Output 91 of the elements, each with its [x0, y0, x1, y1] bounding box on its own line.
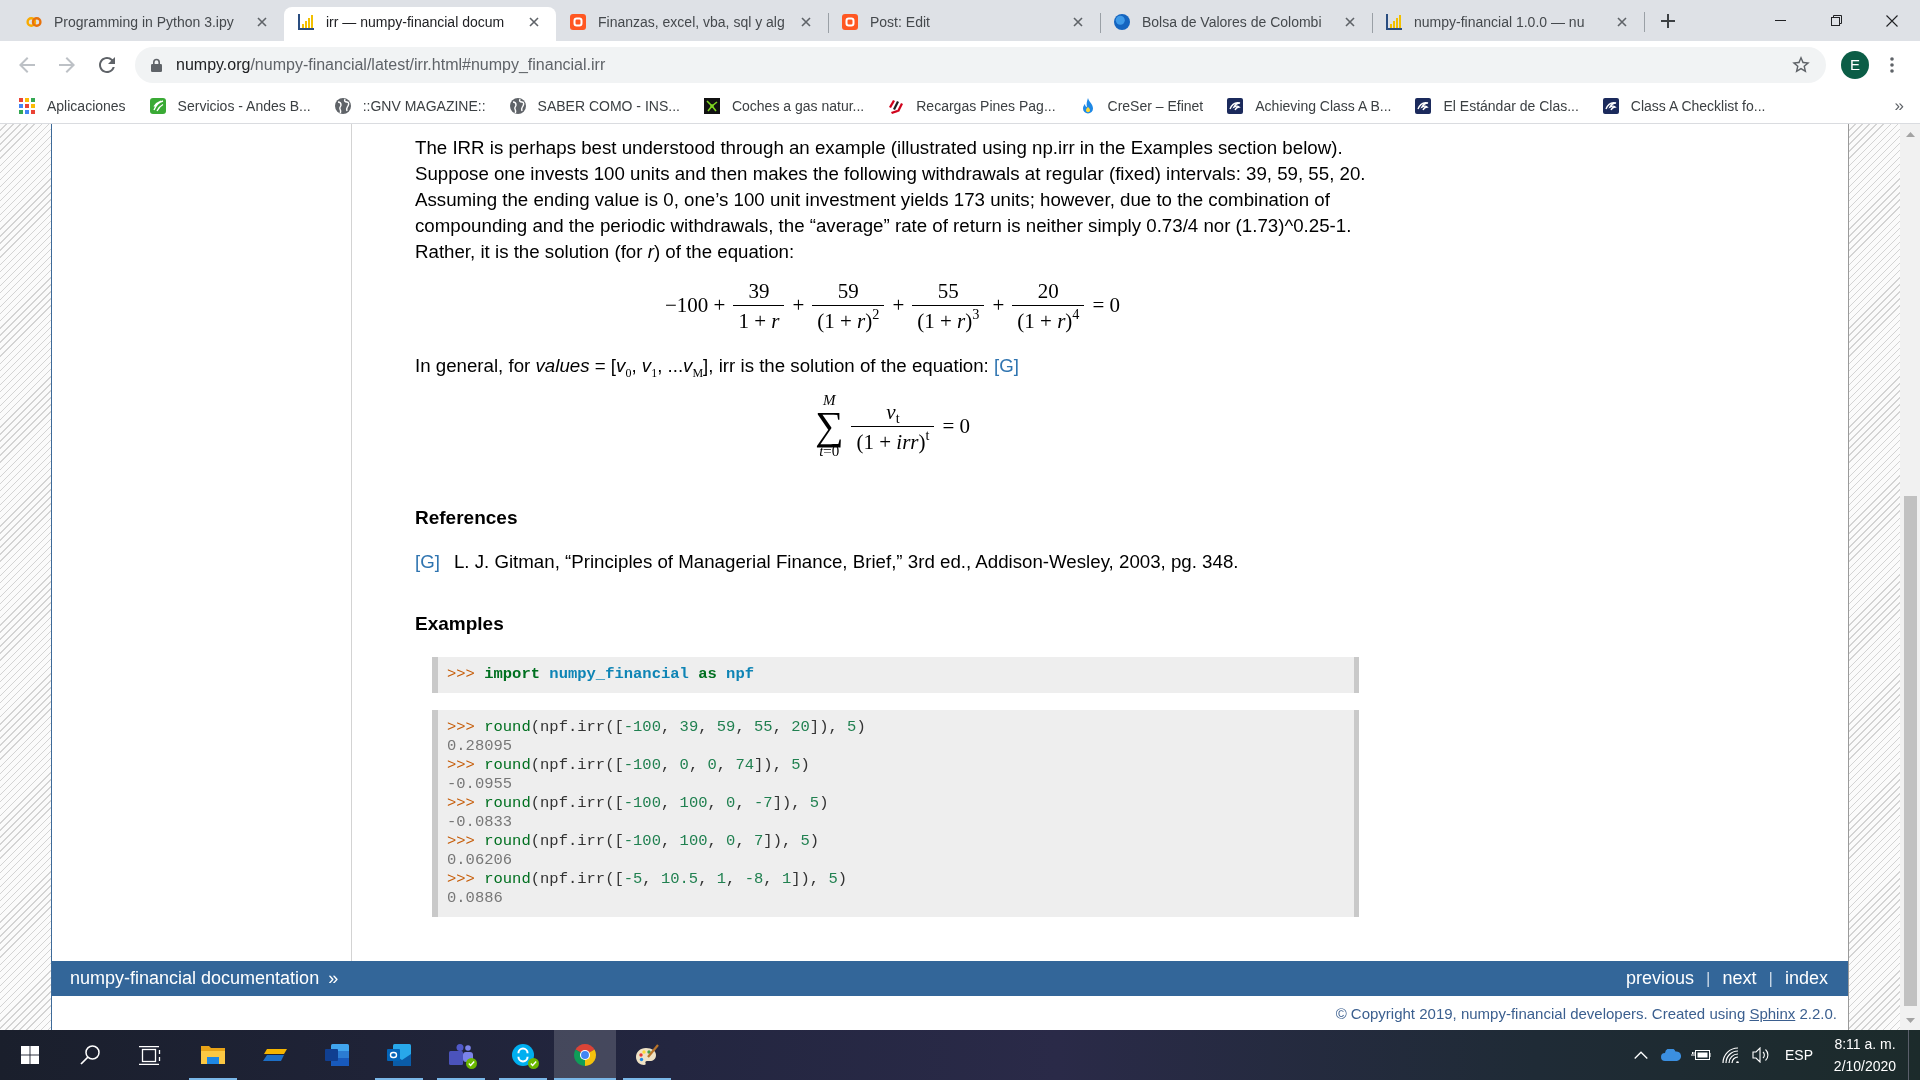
breadcrumb-separator: » [328, 968, 339, 989]
bookmark-item[interactable]: Class A Checklist fo... [1594, 91, 1774, 120]
profile-avatar[interactable]: E [1841, 50, 1869, 79]
code-line: -0.0955 [447, 775, 514, 794]
close-icon[interactable] [529, 17, 539, 27]
code-line: >>> import numpy_financial as npf [447, 665, 755, 684]
rings-icon [26, 14, 42, 30]
nav-link[interactable]: next [1722, 968, 1757, 989]
browser-tab[interactable]: Finanzas, excel, vba, sql y alg [556, 7, 828, 41]
globe-icon [334, 97, 351, 114]
general-paragraph: In general, for values = [v$_{0}$, v$_{1}$, ...v$_{M}$], irr is the solution of the equation: [G] [415, 354, 1020, 379]
documentation-link[interactable]: numpy-financial documentation [70, 968, 320, 989]
swirl-logo-icon [1227, 97, 1244, 114]
search-icon[interactable] [80, 1045, 100, 1065]
ring-tile-icon [387, 1044, 411, 1066]
bookmark-item[interactable]: Servicios - Andes B... [141, 91, 319, 120]
reference-text: L. J. Gitman, “Principles of Managerial Finance, Brief,” 3rd ed., Addison-Wesley, 2003, pg. 348. [453, 550, 1239, 574]
code-line: >>> round(npf.irr([-100, 0, 0, 74]), 5) [447, 756, 811, 775]
reload-icon[interactable] [99, 56, 115, 73]
browser-tab[interactable]: numpy-financial 1.0.0 — nu [1372, 7, 1644, 41]
code-line: 0.06206 [447, 851, 514, 870]
scrollbar-thumb[interactable] [1903, 496, 1917, 1006]
restore-icon[interactable] [1830, 15, 1842, 26]
swirl-logo-icon [1415, 97, 1432, 114]
minimize-icon[interactable] [1774, 20, 1786, 21]
address-bar[interactable]: numpy.org/numpy-financial/latest/irr.html#numpy_financial.irr [135, 46, 1826, 83]
nav-separator: | [1768, 968, 1773, 989]
browser-tab[interactable]: Post: Edit [828, 7, 1100, 41]
section-heading: References [415, 506, 519, 530]
taskbar-button[interactable] [554, 1030, 616, 1080]
sphere-icon [1114, 14, 1130, 30]
cloud-icon[interactable] [1661, 1049, 1681, 1061]
section-heading: Examples [415, 612, 505, 636]
clock-time[interactable]: 8:11 a. m. [1834, 1033, 1896, 1055]
browser-tab[interactable]: irr — numpy-financial docum [284, 7, 556, 41]
code-line: >>> round(npf.irr([-100, 100, 0, 7]), 5) [447, 832, 821, 851]
bar-chart-icon [1386, 14, 1402, 30]
citation-link[interactable]: [G] [994, 355, 1019, 376]
nav-link[interactable]: previous [1626, 968, 1695, 989]
chevron-up-icon[interactable] [1634, 1051, 1648, 1059]
speaker-icon[interactable] [1752, 1047, 1770, 1063]
code-line: 0.0886 [447, 889, 504, 908]
task-view-icon[interactable] [139, 1045, 161, 1065]
browser-tab[interactable]: Programming in Python 3.ipy [12, 7, 284, 41]
bar-chart-icon [298, 14, 314, 30]
bookmark-item[interactable]: SABER COMO - INS... [501, 91, 688, 120]
ring-logo-icon [573, 1044, 597, 1066]
code-line: -0.0833 [447, 813, 514, 832]
circle-logo-icon [511, 1044, 535, 1066]
wifi-icon[interactable] [1722, 1047, 1740, 1063]
palette-icon [635, 1044, 659, 1066]
square-logo-icon [842, 14, 858, 30]
copyright-text: © Copyright 2019, numpy-financial developers. Created using Sphinx 2.2.0. [1335, 1004, 1837, 1022]
more-icon[interactable] [1890, 56, 1894, 73]
bookmark-item[interactable]: Achieving Class A B... [1219, 91, 1400, 120]
citation-link[interactable]: [G] [415, 549, 440, 575]
code-line: 0.28095 [447, 737, 514, 756]
code-line: >>> round(npf.irr([-100, 100, 0, -7]), 5) [447, 794, 830, 813]
language-indicator[interactable]: ESP [1776, 1047, 1822, 1063]
scrollbar[interactable] [1900, 124, 1920, 1030]
bookmark-item[interactable]: CreSer – Efinet [1071, 91, 1212, 120]
bookmarks-overflow-button[interactable]: » [1890, 95, 1908, 116]
code-line: >>> round(npf.irr([-100, 39, 59, 55, 20]), 5) [447, 718, 867, 737]
nav-link[interactable]: index [1784, 968, 1828, 989]
star-icon[interactable] [1792, 56, 1810, 73]
battery-icon[interactable] [1691, 1049, 1711, 1061]
slanted-stripes-icon [888, 97, 905, 114]
bookmark-item[interactable]: Aplicaciones [11, 91, 134, 120]
swirl-logo-icon [1602, 97, 1619, 114]
intro-paragraph: The IRR is perhaps best understood through an example (illustrated using np.irr in the Examples section below). Suppose one invests 100 units and then makes the following withdrawals at regular (fixed) intervals: 39, 59, 55, 20. Assuming the ending value is 0, one’s 100 unit investment yields 173 units; however, due to the combination of compounding and the periodic withdrawals, the “average” rate of return is neither simply 0.73/4 nor (1.73)^0.25-1. Rather, it is the solution (for r) of the equation: [415, 136, 1367, 264]
lock-icon[interactable] [151, 57, 162, 72]
folder-icon [201, 1044, 225, 1066]
people-tile-icon [449, 1044, 473, 1066]
clock-date[interactable]: 2/10/2020 [1833, 1055, 1897, 1077]
close-icon[interactable] [1886, 14, 1898, 27]
striped-tile-icon [149, 97, 166, 114]
bookmark-item[interactable]: El Estándar de Clas... [1407, 91, 1587, 120]
layered-tiles-icon [325, 1044, 349, 1066]
square-logo-icon [570, 14, 586, 30]
bookmark-item[interactable]: Recargas Pines Pag... [880, 91, 1064, 120]
bookmark-item[interactable]: Coches a gas natur... [695, 91, 873, 120]
plus-icon[interactable] [1661, 14, 1675, 28]
globe-icon [509, 97, 526, 114]
cross-tile-icon [703, 97, 720, 114]
footer-link[interactable]: Sphinx [1749, 1004, 1796, 1022]
apps-grid-icon [19, 97, 35, 114]
start-icon[interactable] [21, 1046, 39, 1064]
code-line: >>> round(npf.irr([-5, 10.5, 1, -8, 1]), 5) [447, 870, 849, 889]
browser-tab[interactable]: Bolsa de Valores de Colombi [1100, 7, 1372, 41]
nav-separator: | [1706, 968, 1711, 989]
bookmark-item[interactable]: ::GNV MAGAZINE:: [326, 91, 494, 120]
